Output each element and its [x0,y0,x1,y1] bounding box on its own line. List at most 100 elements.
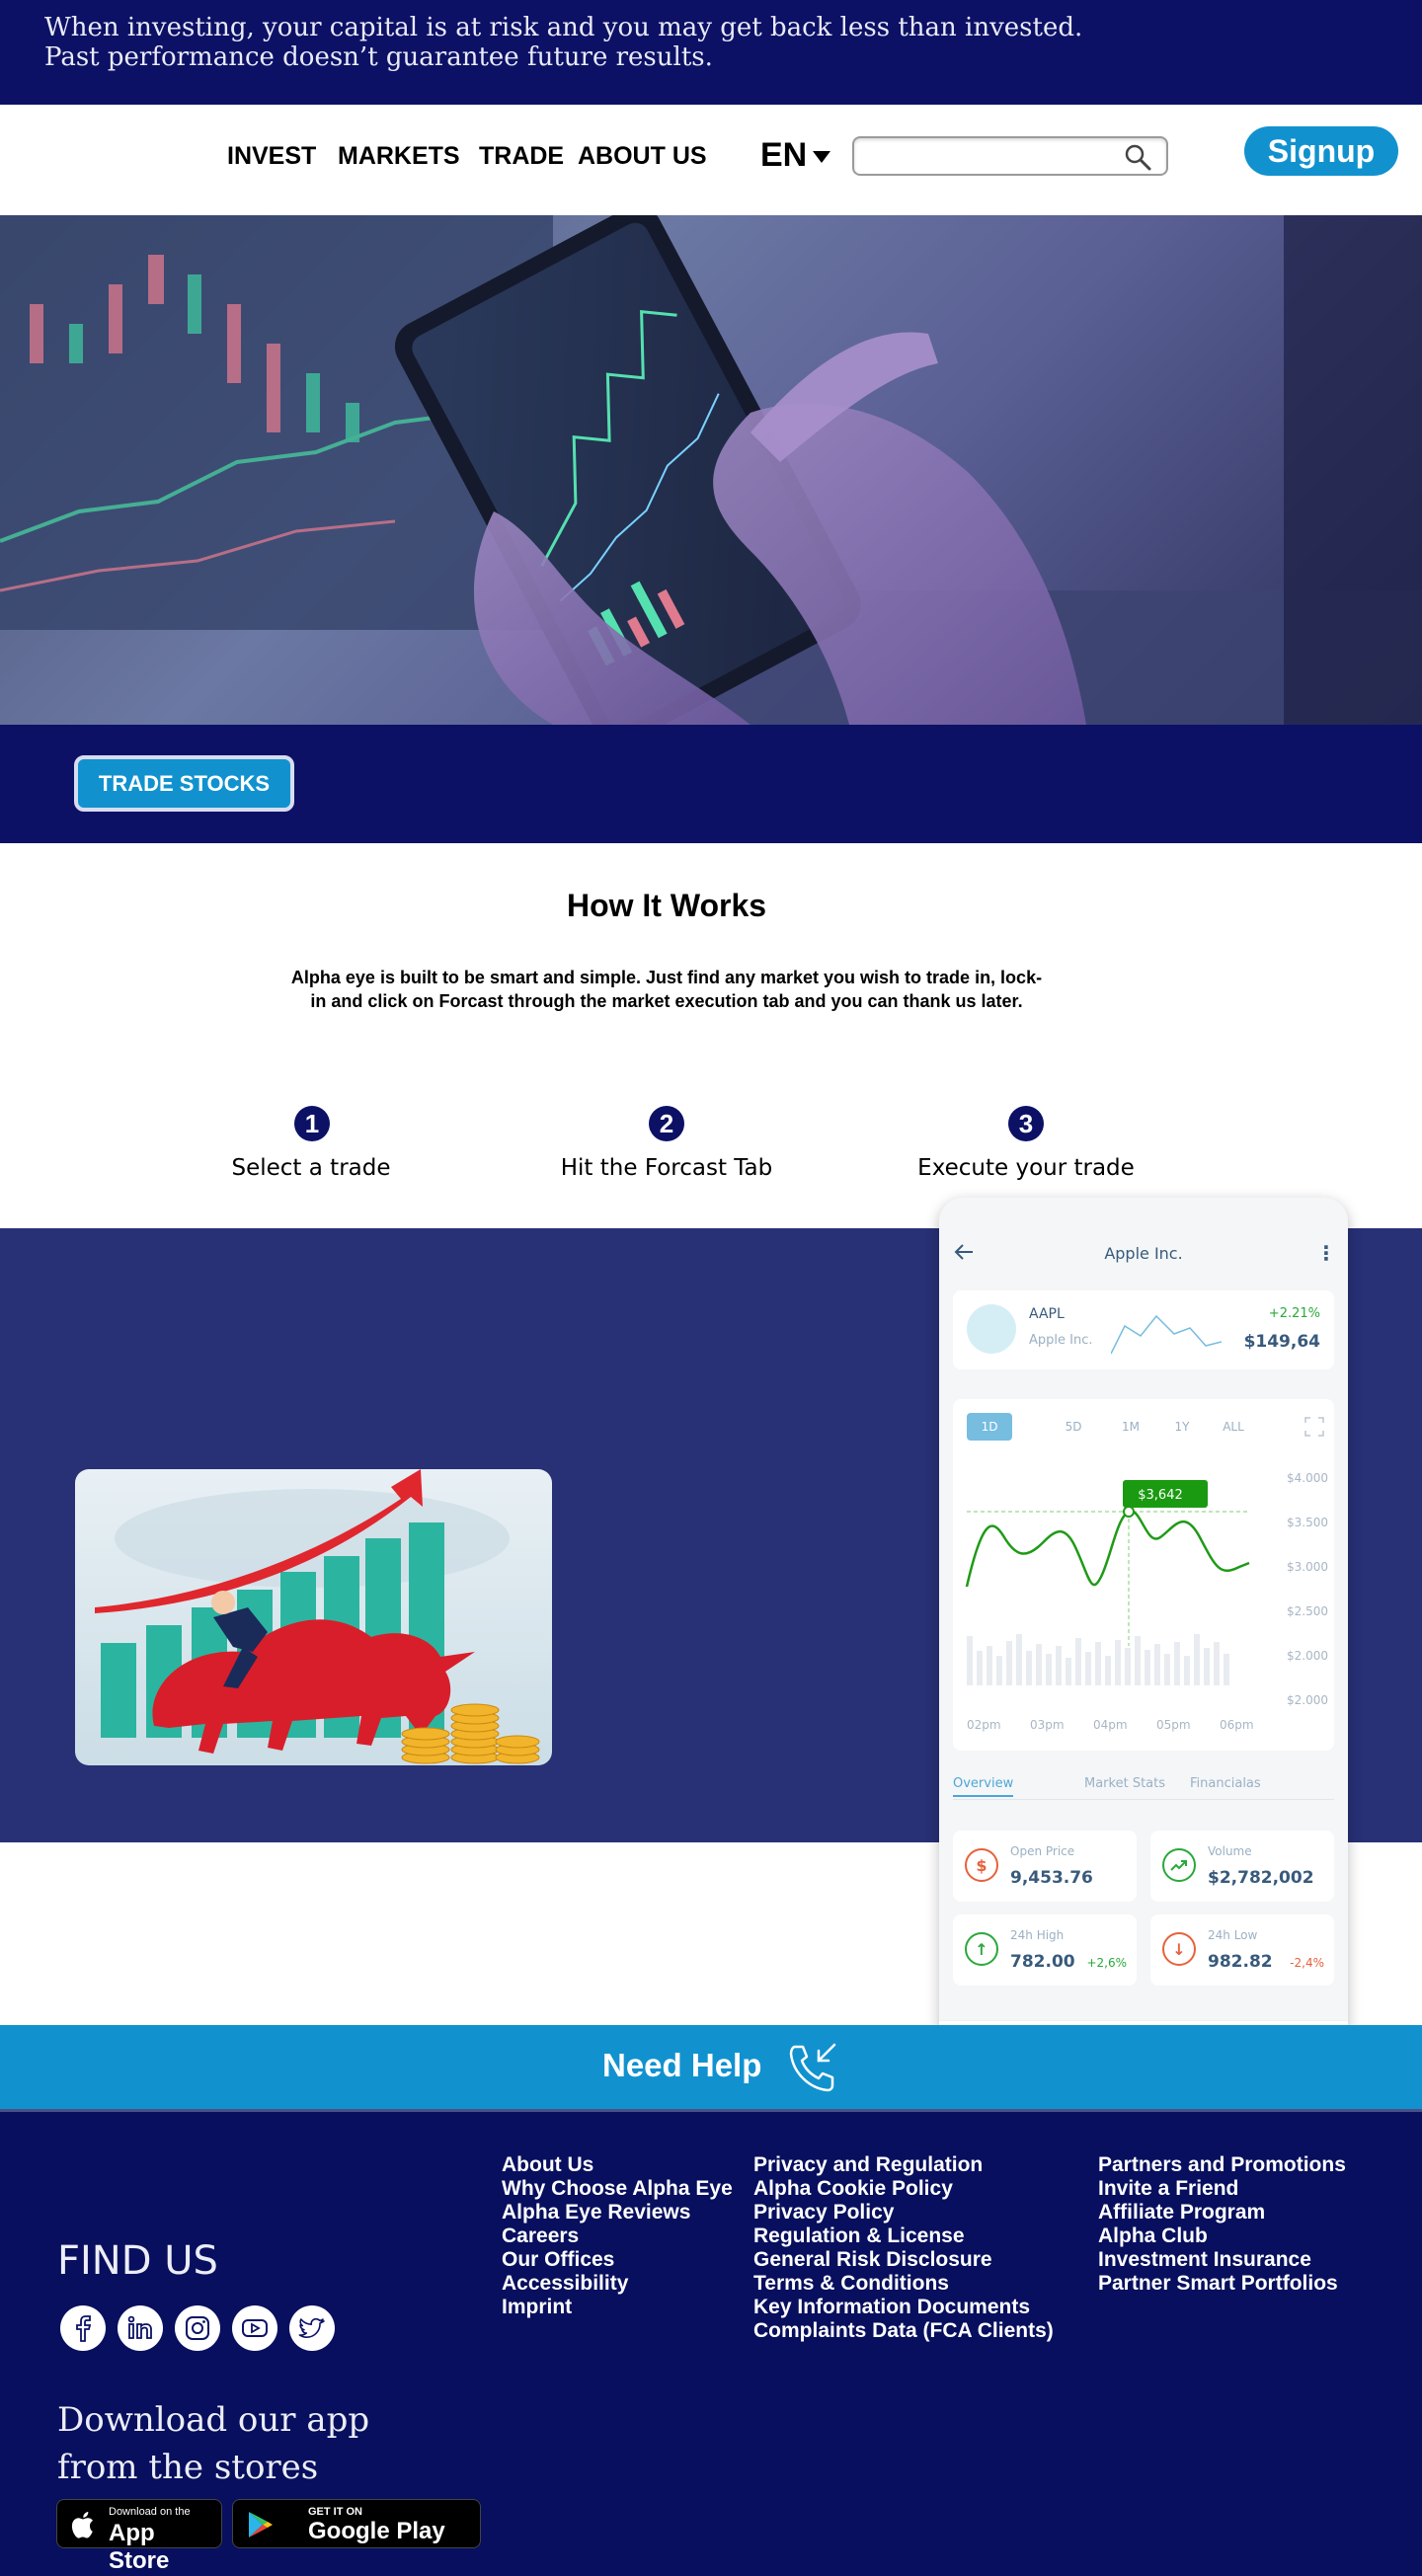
tab-financials[interactable]: Financialas [1190,1776,1261,1791]
facebook-icon[interactable] [60,2305,106,2351]
app-store-badge[interactable]: Download on the App Store [56,2499,222,2574]
footer-link[interactable]: Alpha Cookie Policy [753,2177,1054,2201]
footer-link[interactable]: Partners and Promotions [1098,2153,1346,2177]
range-1m[interactable]: 1M [1111,1413,1150,1441]
trade-stocks-button[interactable]: TRADE STOCKS [74,755,294,812]
footer-link[interactable]: Regulation & License [753,2225,1054,2248]
stock-sparkline [1111,1314,1222,1355]
footer-link[interactable]: Invite a Friend [1098,2177,1346,2201]
fullscreen-icon[interactable] [1304,1417,1324,1437]
y-tick: $3.500 [1287,1516,1328,1529]
google-play-badge[interactable]: GET IT ON Google Play [232,2499,481,2548]
footer-column-partners: Partners and Promotions Invite a Friend … [1098,2153,1346,2296]
footer-link[interactable]: Privacy and Regulation [753,2153,1054,2177]
search-icon[interactable] [1123,142,1152,172]
footer-link[interactable]: Privacy Policy [753,2201,1054,2225]
footer-link[interactable]: Alpha Club [1098,2225,1346,2248]
step-2-number: 2 [649,1106,684,1141]
need-help-link[interactable]: Need Help [602,2047,761,2084]
range-1d[interactable]: 1D [967,1413,1012,1441]
download-line-2: from the stores [57,2448,319,2487]
footer-link[interactable]: Our Offices [502,2248,733,2272]
tab-overview[interactable]: Overview [953,1776,1014,1797]
step-2-label: Hit the Forcast Tab [560,1155,773,1181]
help-bar: Need Help [0,2025,1422,2109]
stat-volume: Volume $2,782,002 [1150,1831,1334,1902]
linkedin-icon[interactable] [118,2305,163,2351]
stat-24h-high: ↑ 24h High 782.00 +2,6% [953,1914,1137,1986]
footer-link[interactable]: Complaints Data (FCA Clients) [753,2319,1054,2343]
find-us-heading: FIND US [57,2238,218,2284]
trend-up-icon [1162,1848,1196,1882]
app-store-small-text: Download on the [109,2506,191,2518]
language-selector[interactable]: EN [760,136,831,175]
google-play-small-text: GET IT ON [308,2506,362,2518]
footer-column-legal: Privacy and Regulation Alpha Cookie Poli… [753,2153,1054,2343]
risk-warning-line-1: When investing, your capital is at risk … [44,13,1083,42]
footer-link[interactable]: About Us [502,2153,733,2177]
y-tick: $2.500 [1287,1604,1328,1618]
x-tick: 05pm [1156,1718,1191,1732]
footer-link[interactable]: Affiliate Program [1098,2201,1346,2225]
footer-link[interactable]: Key Information Documents [753,2296,1054,2319]
footer-link[interactable]: Careers [502,2225,733,2248]
google-play-big-text: Google Play [308,2518,445,2544]
site-header: INVEST MARKETS TRADE ABOUT US EN Signup [0,105,1422,215]
x-tick: 04pm [1093,1718,1128,1732]
stat-label: 24h Low [1208,1928,1258,1942]
stock-price: $149,64 [1243,1332,1320,1352]
range-5d[interactable]: 5D [1054,1413,1093,1441]
phone-app-mockup: Apple Inc. ⋮ AAPL Apple Inc. +2.21% $149… [939,1198,1348,2081]
how-it-works-description: Alpha eye is built to be smart and simpl… [290,968,1043,1011]
youtube-icon[interactable] [232,2305,277,2351]
stat-value: 9,453.76 [1010,1868,1093,1888]
signup-button[interactable]: Signup [1244,126,1398,176]
language-label: EN [760,136,808,174]
nav-item-invest[interactable]: INVEST [227,142,316,171]
footer-link[interactable]: Why Choose Alpha Eye [502,2177,733,2201]
footer-link[interactable]: Accessibility [502,2272,733,2296]
footer-link[interactable]: Alpha Eye Reviews [502,2201,733,2225]
range-all[interactable]: ALL [1214,1413,1253,1441]
nav-item-trade[interactable]: TRADE [479,142,564,171]
arrow-up-icon: ↑ [965,1932,998,1966]
stock-summary-card[interactable]: AAPL Apple Inc. +2.21% $149,64 [953,1290,1334,1369]
phone-header: Apple Inc. ⋮ [939,1198,1348,1287]
footer-link[interactable]: Terms & Conditions [753,2272,1054,2296]
footer-column-company: About Us Why Choose Alpha Eye Alpha Eye … [502,2153,733,2319]
stat-value: $2,782,002 [1208,1868,1314,1888]
phone-incoming-icon[interactable] [785,2041,840,2096]
nav-item-markets[interactable]: MARKETS [338,142,460,171]
price-line [965,1510,1250,1588]
y-tick: $3.000 [1287,1560,1328,1574]
search-input[interactable] [862,142,1109,170]
range-1y[interactable]: 1Y [1162,1413,1202,1441]
hero-trading-illustration [0,215,1422,725]
stock-ticker: AAPL [1029,1306,1065,1322]
nav-item-about-us[interactable]: ABOUT US [578,142,707,171]
stat-value: 982.82 [1208,1952,1273,1972]
chart-hover-point[interactable] [1123,1506,1135,1518]
footer-link[interactable]: Imprint [502,2296,733,2319]
stat-value: 782.00 [1010,1952,1075,1972]
y-tick: $2.000 [1287,1693,1328,1707]
tab-market-stats[interactable]: Market Stats [1084,1776,1165,1791]
more-options-icon[interactable]: ⋮ [1316,1241,1336,1265]
twitter-icon[interactable] [289,2305,335,2351]
instagram-icon[interactable] [175,2305,220,2351]
app-store-big-text: App Store [109,2520,170,2574]
apple-icon [71,2512,93,2538]
stock-logo [967,1304,1016,1354]
stat-label: Volume [1208,1844,1252,1858]
page: When investing, your capital is at risk … [0,0,1422,2576]
stock-company: Apple Inc. [1029,1333,1093,1348]
footer-link[interactable]: Partner Smart Portfolios [1098,2272,1346,2296]
risk-warning-banner: When investing, your capital is at risk … [0,0,1422,105]
footer-link[interactable]: General Risk Disclosure [753,2248,1054,2272]
site-footer: About Us Why Choose Alpha Eye Alpha Eye … [0,2109,1422,2576]
stat-24h-low: ↓ 24h Low 982.82 -2,4% [1150,1914,1334,1986]
stat-change: +2,6% [1086,1956,1127,1970]
price-chart-card: 1D 5D 1M 1Y ALL $3,642 $4.000 $3.500 $3.… [953,1399,1334,1751]
x-tick: 03pm [1030,1718,1065,1732]
footer-link[interactable]: Investment Insurance [1098,2248,1346,2272]
